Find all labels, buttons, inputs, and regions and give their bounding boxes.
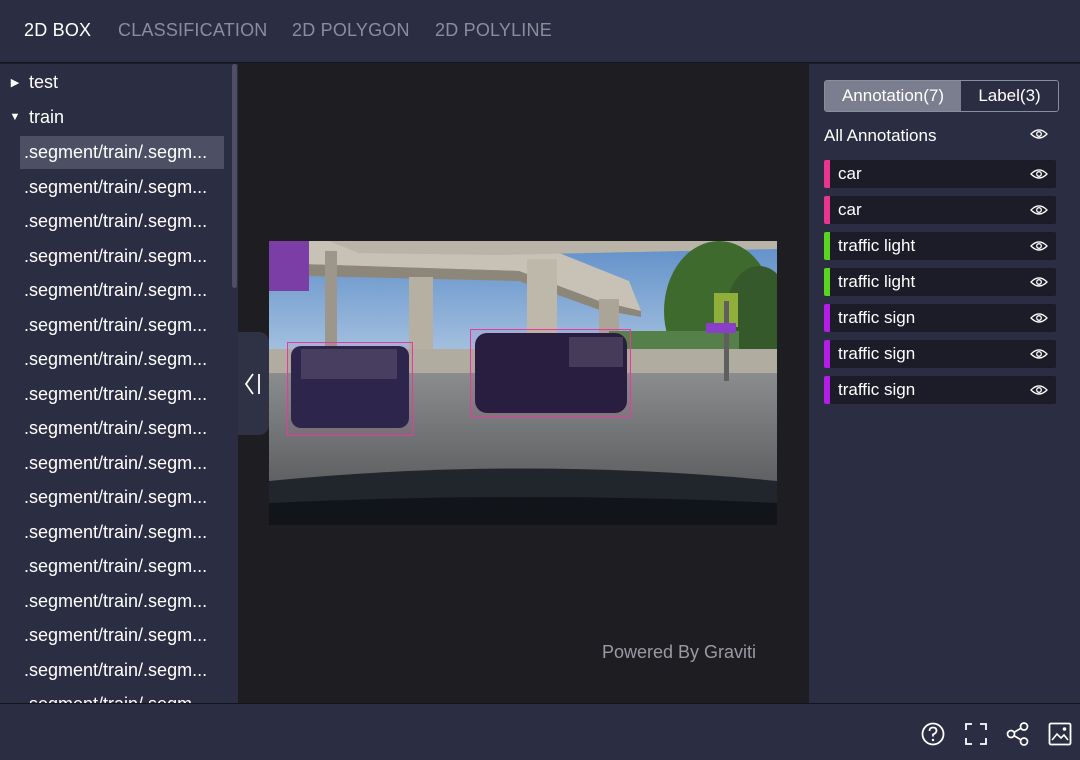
annotation-color-bar xyxy=(824,268,830,296)
eye-icon[interactable] xyxy=(1030,312,1048,324)
file-item[interactable]: .segment/train/.segm... xyxy=(20,550,224,583)
eye-icon[interactable] xyxy=(1030,348,1048,360)
tab-label[interactable]: Label(3) xyxy=(961,81,1058,111)
annotation-item[interactable]: traffic sign xyxy=(824,304,1056,332)
file-item[interactable]: .segment/train/.segm... xyxy=(20,171,224,204)
annotation-color-bar xyxy=(824,340,830,368)
file-item[interactable]: .segment/train/.segm... xyxy=(20,481,224,514)
file-item[interactable]: .segment/train/.segm... xyxy=(20,378,224,411)
file-item[interactable]: .segment/train/.segm... xyxy=(20,136,224,169)
annotation-color-bar xyxy=(824,160,830,188)
panel-segmented-control: Annotation(7) Label(3) xyxy=(824,80,1059,112)
annotation-panel: Annotation(7) Label(3) All Annotations c… xyxy=(809,64,1080,703)
annotation-label: car xyxy=(838,200,862,219)
mode-tab-bar: 2D BOX CLASSIFICATION 2D POLYGON 2D POLY… xyxy=(0,0,1080,63)
eye-icon[interactable] xyxy=(1030,276,1048,288)
help-icon[interactable] xyxy=(920,721,946,747)
annotation-label: traffic light xyxy=(838,236,916,255)
folder-train[interactable]: ▼ train xyxy=(8,102,64,132)
annotation-color-bar xyxy=(824,376,830,404)
caret-down-icon: ▼ xyxy=(9,111,21,123)
annotation-item[interactable]: traffic sign xyxy=(824,376,1056,404)
annotation-item[interactable]: traffic light xyxy=(824,268,1056,296)
file-item[interactable]: .segment/train/.segm... xyxy=(20,274,224,307)
export-image-icon[interactable] xyxy=(1047,721,1073,747)
share-icon[interactable] xyxy=(1005,721,1031,747)
file-item[interactable]: .segment/train/.segm... xyxy=(20,205,224,238)
caret-right-icon: ▶ xyxy=(10,76,20,89)
tab-classification[interactable]: CLASSIFICATION xyxy=(118,20,268,41)
annotation-label: traffic sign xyxy=(838,380,916,399)
bottom-toolbar xyxy=(0,703,1080,760)
bbox-car-2[interactable] xyxy=(470,329,631,417)
annotation-color-bar xyxy=(824,232,830,260)
file-item[interactable]: .segment/train/.segm... xyxy=(20,240,224,273)
file-item[interactable]: .segment/train/.segm... xyxy=(20,447,224,480)
annotation-item[interactable]: traffic sign xyxy=(824,340,1056,368)
folder-test-label: test xyxy=(29,71,59,92)
folder-test[interactable]: ▶ test xyxy=(8,67,58,97)
eye-icon[interactable] xyxy=(1030,128,1048,140)
bbox-car-1[interactable] xyxy=(287,342,413,436)
annotation-label: traffic light xyxy=(838,272,916,291)
file-item[interactable]: .segment/train/.segm... xyxy=(20,654,224,687)
image-canvas[interactable]: Powered By Graviti xyxy=(238,64,809,703)
file-item[interactable]: .segment/train/.segm... xyxy=(20,688,224,703)
annotation-item[interactable]: car xyxy=(824,196,1056,224)
file-item[interactable]: .segment/train/.segm... xyxy=(20,516,224,549)
sidebar-scrollbar[interactable] xyxy=(232,64,237,288)
eye-icon[interactable] xyxy=(1030,168,1048,180)
annotation-label: traffic sign xyxy=(838,308,916,327)
all-annotations-label: All Annotations xyxy=(824,126,937,145)
file-tree: ▶ test ▼ train .segment/train/.segm... .s… xyxy=(0,64,238,703)
eye-icon[interactable] xyxy=(1030,384,1048,396)
all-annotations-row: All Annotations xyxy=(824,124,1059,148)
tab-2d-polygon[interactable]: 2D POLYGON xyxy=(292,20,410,41)
tab-2d-box[interactable]: 2D BOX xyxy=(24,20,91,41)
collapse-sidebar-button[interactable] xyxy=(238,332,269,435)
eye-icon[interactable] xyxy=(1030,240,1048,252)
powered-by-watermark: Powered By Graviti xyxy=(602,642,757,662)
eye-icon[interactable] xyxy=(1030,204,1048,216)
annotation-label: car xyxy=(838,164,862,183)
tab-2d-polyline[interactable]: 2D POLYLINE xyxy=(435,20,552,41)
file-item[interactable]: .segment/train/.segm... xyxy=(20,619,224,652)
annotation-item[interactable]: traffic light xyxy=(824,232,1056,260)
annotation-color-bar xyxy=(824,196,830,224)
file-item[interactable]: .segment/train/.segm... xyxy=(20,309,224,342)
fullscreen-icon[interactable] xyxy=(963,721,989,747)
folder-train-label: train xyxy=(29,106,65,127)
file-item[interactable]: .segment/train/.segm... xyxy=(20,412,224,445)
tab-annotation[interactable]: Annotation(7) xyxy=(825,81,961,111)
annotation-color-bar xyxy=(824,304,830,332)
file-item[interactable]: .segment/train/.segm... xyxy=(20,585,224,618)
annotation-item[interactable]: car xyxy=(824,160,1056,188)
annotation-label: traffic sign xyxy=(838,344,916,363)
street-scene-image xyxy=(269,241,777,525)
collapse-left-icon xyxy=(244,373,260,395)
file-item[interactable]: .segment/train/.segm... xyxy=(20,343,224,376)
